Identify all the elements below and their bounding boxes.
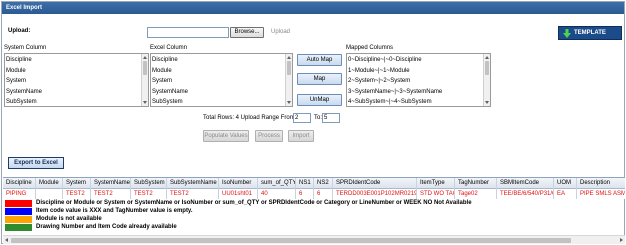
column-header[interactable]: Module	[36, 178, 63, 189]
list-item[interactable]: 3~SystemName~|~3~SystemName	[347, 87, 490, 98]
table-cell: TEST2	[91, 189, 131, 199]
table-cell: TEST2	[167, 189, 219, 199]
column-header[interactable]: System	[63, 178, 91, 189]
table-cell: UU01sht01	[219, 189, 258, 199]
list-item[interactable]: SubSystem	[5, 97, 148, 106]
list-item[interactable]: System	[151, 76, 292, 87]
list-item[interactable]: System	[5, 76, 148, 87]
table-cell: STD WO TAG	[417, 189, 455, 199]
column-header[interactable]: SBMItemCode	[497, 178, 554, 189]
auto-map-button[interactable]: Auto Map	[297, 54, 342, 66]
browse-button[interactable]: Browse...	[230, 27, 264, 38]
horizontal-scrollbar[interactable]	[3, 235, 625, 244]
legend-swatch-blue	[5, 208, 32, 215]
column-header[interactable]: NS2	[314, 178, 333, 189]
table-cell: 40	[258, 189, 296, 199]
system-column-list[interactable]: Discipline Module System SystemName SubS…	[4, 53, 149, 107]
export-to-excel-button[interactable]: Export to Excel	[8, 157, 64, 169]
import-grid: Discipline Module System SystemName SubS…	[3, 177, 625, 199]
table-cell: TEST2	[63, 189, 91, 199]
import-button[interactable]: Import	[288, 130, 314, 142]
list-item[interactable]: SystemName	[151, 87, 292, 98]
table-cell: 6	[296, 189, 314, 199]
column-header[interactable]: Description	[577, 178, 625, 189]
legend-text: Discipline or Module or System or System…	[36, 200, 472, 206]
legend-swatch-green	[5, 224, 32, 231]
list-item[interactable]: SystemName	[5, 87, 148, 98]
list-item[interactable]: SubSystem	[151, 97, 292, 106]
legend-text: Item code value is XXX and TagNumber val…	[36, 208, 193, 214]
excel-column-label: Excel Column	[150, 45, 188, 51]
list-scrollbar[interactable]	[483, 54, 490, 106]
range-to-input[interactable]: 5	[322, 113, 340, 123]
system-column-label: System Column	[4, 45, 47, 51]
template-label: TEMPLATE	[574, 30, 606, 36]
list-item[interactable]: 2~System~|~2~System	[347, 76, 490, 87]
process-button[interactable]: Process	[255, 130, 283, 142]
list-item[interactable]: Discipline	[5, 55, 148, 66]
column-header[interactable]: SPRDIdentCode	[333, 178, 417, 189]
range-to-label: To:	[314, 115, 323, 121]
table-cell: TERDD003E001P102MR0219	[333, 189, 417, 199]
column-header[interactable]: Discipline	[3, 178, 36, 189]
scroll-right-icon[interactable]	[620, 238, 623, 242]
table-cell: EA	[554, 189, 577, 199]
mapped-columns-label: Mapped Columns	[346, 45, 394, 51]
column-header[interactable]: IsoNumber	[219, 178, 258, 189]
table-cell: TEST2	[131, 189, 167, 199]
populate-values-button[interactable]: Populate Values	[203, 130, 249, 142]
scroll-left-icon[interactable]	[5, 238, 8, 242]
table-cell: PIPE SMLS ASME B	[580, 191, 625, 197]
list-item[interactable]: Module	[5, 66, 148, 77]
list-item[interactable]: Module	[151, 66, 292, 77]
list-item[interactable]: Discipline	[151, 55, 292, 66]
column-header[interactable]: SubSystemName	[167, 178, 219, 189]
table-cell: PIPING	[3, 189, 36, 199]
column-header[interactable]: TagNumber	[455, 178, 497, 189]
column-header[interactable]: sum_of_QTY	[258, 178, 296, 189]
grid-header-row: Discipline Module System SystemName SubS…	[3, 178, 625, 189]
mapped-columns-list[interactable]: 0~Discipline~|~0~Discipline 1~Module~|~1…	[346, 53, 491, 107]
legend-swatch-red	[5, 200, 32, 207]
total-rows-text: Total Rows: 4 Upload Range From:	[203, 115, 297, 121]
template-button[interactable]: TEMPLATE	[558, 26, 622, 40]
upload-link[interactable]: Upload	[271, 29, 290, 35]
legend-swatch-orange	[5, 216, 32, 223]
range-from-input[interactable]: 2	[293, 113, 311, 123]
column-header[interactable]: SubSystem	[131, 178, 167, 189]
unmap-button[interactable]: UnMap	[297, 94, 342, 106]
list-item[interactable]: 0~Discipline~|~0~Discipline	[347, 55, 490, 66]
column-header[interactable]: NS1	[296, 178, 314, 189]
list-item[interactable]: 4~SubSystem~|~4~SubSystem	[347, 97, 490, 106]
upload-label: Upload:	[8, 28, 31, 34]
scroll-thumb[interactable]	[11, 238, 571, 243]
column-header[interactable]: ItemType	[417, 178, 455, 189]
table-cell	[36, 189, 63, 199]
download-arrow-icon	[563, 29, 571, 38]
table-cell: Tage02	[455, 189, 497, 199]
legend-text: Drawing Number and Item Code already ava…	[36, 224, 177, 230]
column-header[interactable]: UOM	[554, 178, 577, 189]
map-button[interactable]: Map	[297, 73, 342, 85]
table-cell: TEE/BE/6/540/P31/C01	[497, 189, 554, 199]
list-scrollbar[interactable]	[285, 54, 292, 106]
column-header[interactable]: SystemName	[91, 178, 131, 189]
list-scrollbar[interactable]	[141, 54, 148, 106]
panel-title: Excel Import	[2, 2, 624, 14]
excel-import-panel: Excel Import Upload: Browse... Upload TE…	[1, 1, 625, 244]
file-path-input[interactable]	[147, 27, 229, 38]
list-item[interactable]: 1~Module~|~1~Module	[347, 66, 490, 77]
legend-text: Module is not available	[36, 216, 102, 222]
excel-column-list[interactable]: Discipline Module System SystemName SubS…	[150, 53, 293, 107]
table-cell: 6	[314, 189, 333, 199]
table-row[interactable]: PIPING TEST2 TEST2 TEST2 TEST2 UU01sht01…	[3, 189, 625, 199]
